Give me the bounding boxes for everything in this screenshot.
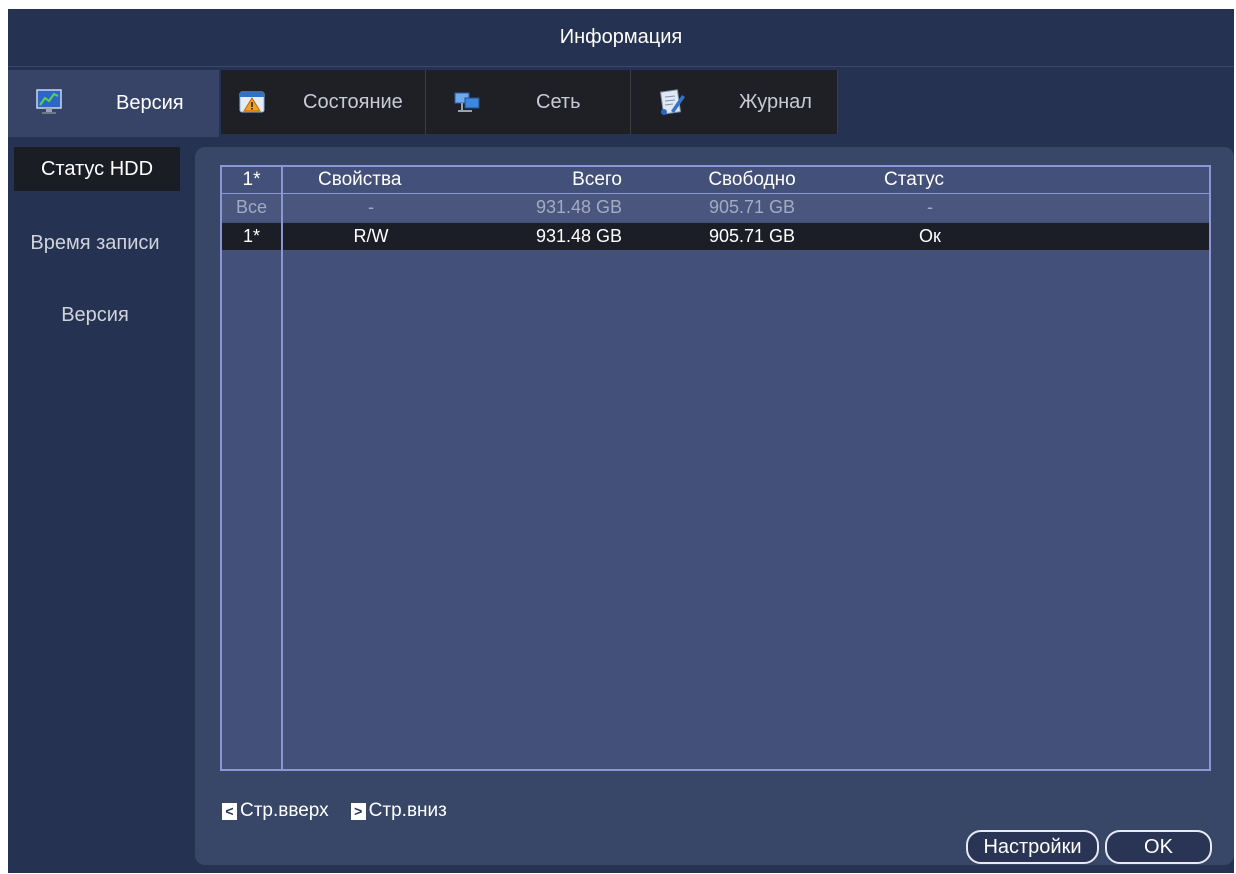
tab-bar: Версия Состояние Сеть Журнал <box>8 70 1234 137</box>
header-disk[interactable]: 1* <box>222 167 281 193</box>
column-divider <box>281 167 283 769</box>
cell-disk: Все <box>235 197 268 217</box>
info-window: Информация Версия Состояние Сеть Журнал … <box>8 9 1234 873</box>
chevron-right-icon: > <box>350 802 366 820</box>
table-row[interactable]: Все - 931.48 GB 905.71 GB - <box>222 194 1209 221</box>
cell-disk: 1* <box>242 226 260 246</box>
page-down-button[interactable]: > Стр.вниз <box>350 800 447 822</box>
cell-status: - <box>927 197 933 217</box>
settings-button[interactable]: Настройки <box>966 830 1099 864</box>
tab-network-label: Сеть <box>536 90 581 113</box>
header-properties[interactable]: Свойства <box>318 167 428 193</box>
window-title: Информация <box>8 9 1234 67</box>
tab-version-label: Версия <box>116 92 184 114</box>
pager: < Стр.вверх > Стр.вниз <box>222 800 469 822</box>
page-up-button[interactable]: < Стр.вверх <box>222 800 329 822</box>
tab-network[interactable]: Сеть <box>426 70 631 134</box>
cell-free: 905.71 GB <box>708 197 796 217</box>
cell-free: 905.71 GB <box>708 226 796 246</box>
cell-properties: - <box>368 197 374 217</box>
monitor-chart-icon <box>34 87 64 117</box>
ok-button[interactable]: OK <box>1105 830 1212 864</box>
hdd-table: 1* Свойства Всего Свободно Статус Все - … <box>220 165 1211 771</box>
table-row[interactable]: 1* R/W 931.48 GB 905.71 GB Ок <box>222 223 1209 250</box>
page-down-label: Стр.вниз <box>368 800 447 821</box>
menu-version[interactable]: Версия <box>8 293 182 337</box>
cell-total: 931.48 GB <box>535 226 622 246</box>
notepad-pen-icon <box>657 87 687 117</box>
menu-hdd-status[interactable]: Статус HDD <box>14 147 180 191</box>
cell-status: Ок <box>919 226 941 246</box>
table-header: 1* Свойства Всего Свободно Статус <box>222 167 1209 194</box>
header-status[interactable]: Статус <box>884 167 984 193</box>
page-up-label: Стр.вверх <box>240 800 329 821</box>
tab-version[interactable]: Версия <box>8 70 219 137</box>
cell-properties: R/W <box>353 226 389 246</box>
cell-total: 931.48 GB <box>535 197 622 217</box>
chevron-left-icon: < <box>222 802 237 820</box>
tab-journal[interactable]: Журнал <box>631 70 838 134</box>
tab-status-label: Состояние <box>303 90 403 113</box>
content-panel: 1* Свойства Всего Свободно Статус Все - … <box>195 147 1234 865</box>
tab-journal-label: Журнал <box>739 90 812 113</box>
header-free[interactable]: Свободно <box>687 167 817 193</box>
network-computers-icon <box>452 87 482 117</box>
header-total[interactable]: Всего <box>492 167 622 193</box>
warning-window-icon <box>237 87 267 117</box>
tab-status[interactable]: Состояние <box>221 70 426 134</box>
menu-record-time[interactable]: Время записи <box>8 221 182 265</box>
